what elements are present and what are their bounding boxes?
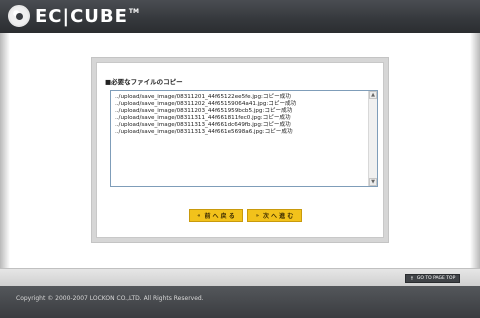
log-line: ../upload/save_image/08311313_44f661e569… [115,129,293,136]
right-side-shadow [470,33,480,268]
logo-trademark: TM [128,8,139,15]
copyright-text: Copyright © 2000-2007 LOCKON CO.,LTD. Al… [16,295,204,302]
go-to-page-top-button[interactable]: ↑ GO TO PAGE TOP [405,274,460,283]
vertical-scrollbar[interactable]: ▲ ▼ [368,91,377,186]
next-arrow-icon: » [255,212,259,219]
ec-cube-logo[interactable]: EC|CUBE TM [8,5,139,27]
install-panel-inner: ■必要なファイルのコピー ../upload/save_image/083112… [96,62,384,238]
footer: Copyright © 2000-2007 LOCKON CO.,LTD. Al… [0,286,480,318]
copy-log-textarea[interactable]: ../upload/save_image/08311201_44f65122ee… [110,90,378,187]
section-title: ■必要なファイルのコピー [105,78,183,86]
left-side-shadow [0,33,10,268]
back-button[interactable]: « 前 へ 戻 る [189,209,243,222]
go-to-page-top-label: GO TO PAGE TOP [416,276,456,281]
log-lines: ../upload/save_image/08311201_44f65122ee… [115,94,365,137]
header-bar: EC|CUBE TM [0,0,480,33]
back-arrow-icon: « [197,212,201,219]
scroll-up-icon[interactable]: ▲ [369,91,377,99]
logo-text: EC|CUBE [35,5,128,27]
scroll-down-icon[interactable]: ▼ [369,178,377,186]
logo-ring-icon [8,5,30,27]
install-panel: ■必要なファイルのコピー ../upload/save_image/083112… [91,57,389,243]
back-button-label: 前 へ 戻 る [204,213,235,220]
next-button[interactable]: » 次 へ 進 む [247,209,302,222]
next-button-label: 次 へ 進 む [262,213,294,220]
page-top-bar: ↑ GO TO PAGE TOP [0,268,480,286]
arrow-up-icon: ↑ [409,275,414,282]
